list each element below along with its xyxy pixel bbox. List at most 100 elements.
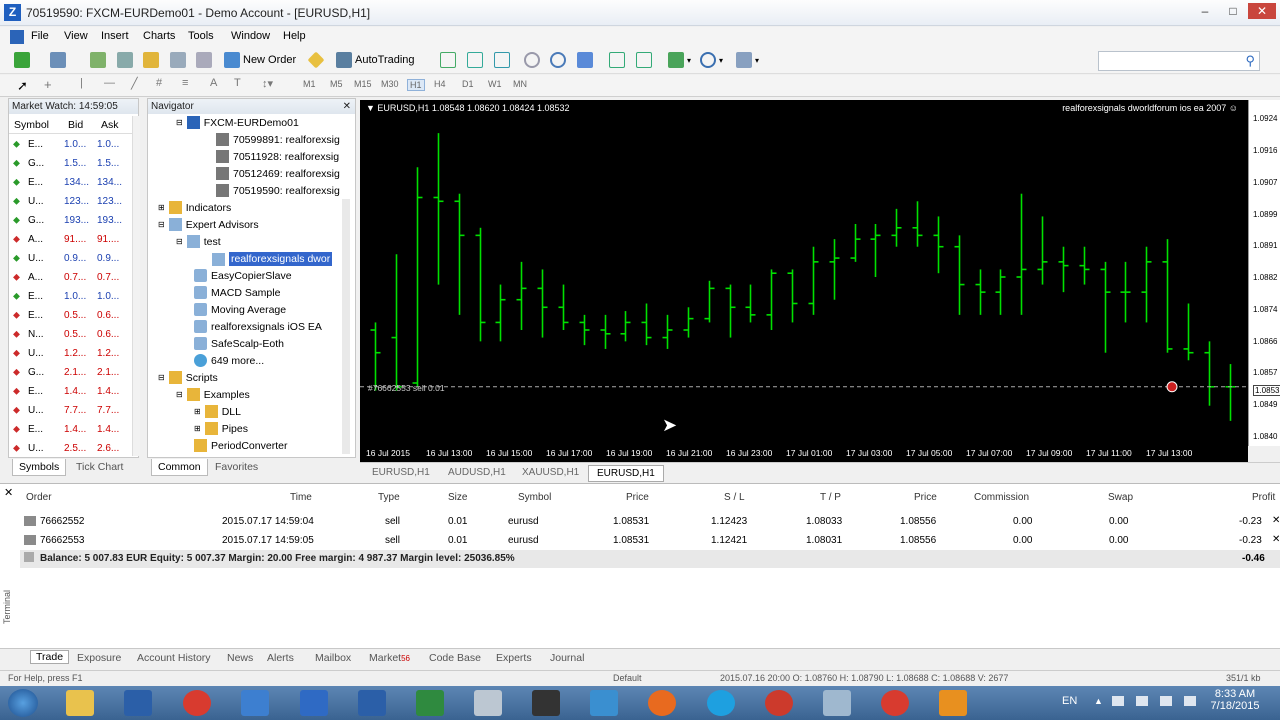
terminal-col-header[interactable]: Swap (1108, 492, 1133, 503)
market-watch-row[interactable]: ⬥ E... 1.0... 1.0... (9, 287, 132, 306)
periods-button[interactable]: ▾ (700, 50, 723, 70)
market-watch-row[interactable]: ⬥ G... 193... 193... (9, 211, 132, 230)
nav-ea-item[interactable]: Moving Average (194, 303, 286, 316)
terminal-tab[interactable]: Trade (30, 650, 70, 664)
market-watch-row[interactable]: ⬥ A... 0.7... 0.7... (9, 268, 132, 287)
menu-file[interactable]: File (31, 30, 49, 42)
nav-selected-ea[interactable]: realforexsignals dwor (212, 252, 333, 266)
chart-tab-3[interactable]: XAUUSD,H1 (514, 465, 587, 480)
nav-ea-item[interactable]: EasyCopierSlave (194, 269, 292, 282)
nav-dll[interactable]: ⊞ DLL (194, 405, 241, 418)
market-watch-row[interactable]: ⬥ A... 91.... 91.... (9, 230, 132, 249)
line-chart-button[interactable] (494, 50, 510, 70)
templates-button[interactable]: ▾ (736, 50, 759, 70)
market-watch-row[interactable]: ⬥ U... 7.7... 7.7... (9, 401, 132, 420)
tab-favorites[interactable]: Favorites (209, 459, 264, 476)
nav-pipes[interactable]: ⊞ Pipes (194, 422, 248, 435)
menu-view[interactable]: View (64, 30, 88, 42)
market-watch-row[interactable]: ⬥ N... 0.5... 0.6... (9, 325, 132, 344)
terminal-tab[interactable]: Exposure (77, 652, 121, 664)
arrows-menu-icon[interactable]: ↕▾ (262, 77, 273, 90)
tile-windows-button[interactable] (577, 50, 593, 70)
market-watch-button[interactable] (90, 50, 106, 70)
terminal-tab[interactable]: Account History (137, 652, 211, 664)
word-doc-icon[interactable] (358, 690, 386, 716)
timeframe-d1[interactable]: D1 (462, 79, 474, 89)
start-button[interactable] (8, 689, 38, 717)
market-watch-row[interactable]: ⬥ E... 1.4... 1.4... (9, 420, 132, 439)
autotrading-button[interactable]: AutoTrading (336, 50, 415, 70)
menu-help[interactable]: Help (283, 30, 306, 42)
bar-chart-button[interactable] (440, 50, 456, 70)
channel-icon[interactable]: # (156, 77, 162, 89)
nav-account-3[interactable]: 70512469: realforexsig (216, 167, 340, 180)
language-indicator[interactable]: EN (1062, 695, 1077, 707)
nav-examples[interactable]: ⊟ Examples (176, 388, 250, 401)
trade-row[interactable]: 76662553 2015.07.17 14:59:05 sell 0.01 eurus… (20, 531, 1280, 549)
terminal-tab[interactable]: Code Base (429, 652, 481, 664)
terminal-tab[interactable]: News (227, 652, 253, 664)
nav-account-root[interactable]: ⊟ FXCM-EURDemo01 (176, 116, 299, 129)
text-tool-icon[interactable]: A (210, 77, 217, 89)
nav-account-1[interactable]: 70599891: realforexsig (216, 133, 340, 146)
metatrader-icon[interactable] (300, 690, 328, 716)
terminal-col-header[interactable]: S / L (724, 492, 745, 503)
candles-button[interactable] (467, 50, 483, 70)
crosshair-icon[interactable]: + (44, 77, 52, 92)
zoom-out-button[interactable] (550, 50, 566, 70)
terminal-col-header[interactable]: Order (26, 492, 52, 503)
chart-shift-button[interactable] (609, 50, 625, 70)
navigator-close-icon[interactable]: ✕ (343, 99, 351, 114)
close-button[interactable]: ✕ (1248, 3, 1276, 19)
market-watch-row[interactable]: ⬥ G... 2.1... 2.1... (9, 363, 132, 382)
menu-window[interactable]: Window (231, 30, 270, 42)
market-watch-scrollbar[interactable] (132, 116, 140, 456)
firefox-icon[interactable] (648, 690, 676, 716)
nav-account-2[interactable]: 70511928: realforexsig (216, 150, 339, 163)
menu-insert[interactable]: Insert (101, 30, 129, 42)
price-chart[interactable]: ▼ EURUSD,H1 1.08548 1.08620 1.08424 1.08… (360, 100, 1248, 446)
tab-common[interactable]: Common (151, 459, 208, 476)
explorer-icon[interactable] (66, 690, 94, 716)
timeframe-h1[interactable]: H1 (407, 79, 425, 91)
terminal-col-header[interactable]: Price (914, 492, 937, 503)
terminal-col-header[interactable]: Type (378, 492, 400, 503)
timeframe-mn[interactable]: MN (513, 79, 527, 89)
text-label-icon[interactable]: T (234, 77, 241, 89)
tray-arrow-icon[interactable]: ▲ (1094, 696, 1103, 706)
terminal-close-icon[interactable]: ✕ (4, 486, 13, 499)
metaeditor-button[interactable] (307, 50, 325, 70)
search-input[interactable]: ⚲ (1098, 51, 1260, 71)
chart-tab-2[interactable]: AUDUSD,H1 (440, 465, 514, 480)
tray-monitor-icon[interactable] (1136, 696, 1148, 706)
nav-test-folder[interactable]: ⊟ test (176, 235, 221, 248)
terminal-tab[interactable]: Mailbox (315, 652, 351, 664)
cursor-icon[interactable]: ➚ (17, 78, 28, 94)
trade-row[interactable]: 76662552 2015.07.17 14:59:04 sell 0.01 eurus… (20, 512, 1280, 530)
market-watch-row[interactable]: ⬥ U... 123... 123... (9, 192, 132, 211)
terminal-app-icon[interactable] (532, 690, 560, 716)
tab-symbols[interactable]: Symbols (12, 459, 67, 476)
indicators-menu-button[interactable]: ▾ (668, 50, 691, 70)
market-watch-row[interactable]: ⬥ E... 134... 134... (9, 173, 132, 192)
navigator-button[interactable] (143, 50, 159, 70)
data-window-button[interactable] (117, 50, 133, 70)
excel-icon[interactable] (416, 690, 444, 716)
terminal-tab[interactable]: Market56 (369, 652, 410, 664)
nav-account-4[interactable]: 70519590: realforexsig (216, 184, 340, 197)
market-watch-row[interactable]: ⬥ U... 1.2... 1.2... (9, 344, 132, 363)
volume-icon[interactable] (1184, 696, 1196, 706)
fibonacci-icon[interactable]: ≡ (182, 77, 188, 89)
tab-tick-chart[interactable]: Tick Chart (70, 459, 129, 476)
nav-indicators[interactable]: ⊞ Indicators (158, 201, 231, 214)
chart-tab-1[interactable]: EURUSD,H1 (364, 465, 438, 480)
new-chart-button[interactable] (14, 50, 30, 70)
nav-scripts[interactable]: ⊟ Scripts (158, 371, 218, 384)
maximize-button[interactable]: □ (1222, 3, 1244, 19)
timeframe-w1[interactable]: W1 (488, 79, 502, 89)
terminal-col-header[interactable]: Time (290, 492, 312, 503)
network-icon[interactable] (590, 690, 618, 716)
new-order-button[interactable]: New Order (224, 50, 296, 70)
clock[interactable]: 8:33 AM 7/18/2015 (1210, 688, 1260, 712)
media-icon[interactable] (939, 690, 967, 716)
